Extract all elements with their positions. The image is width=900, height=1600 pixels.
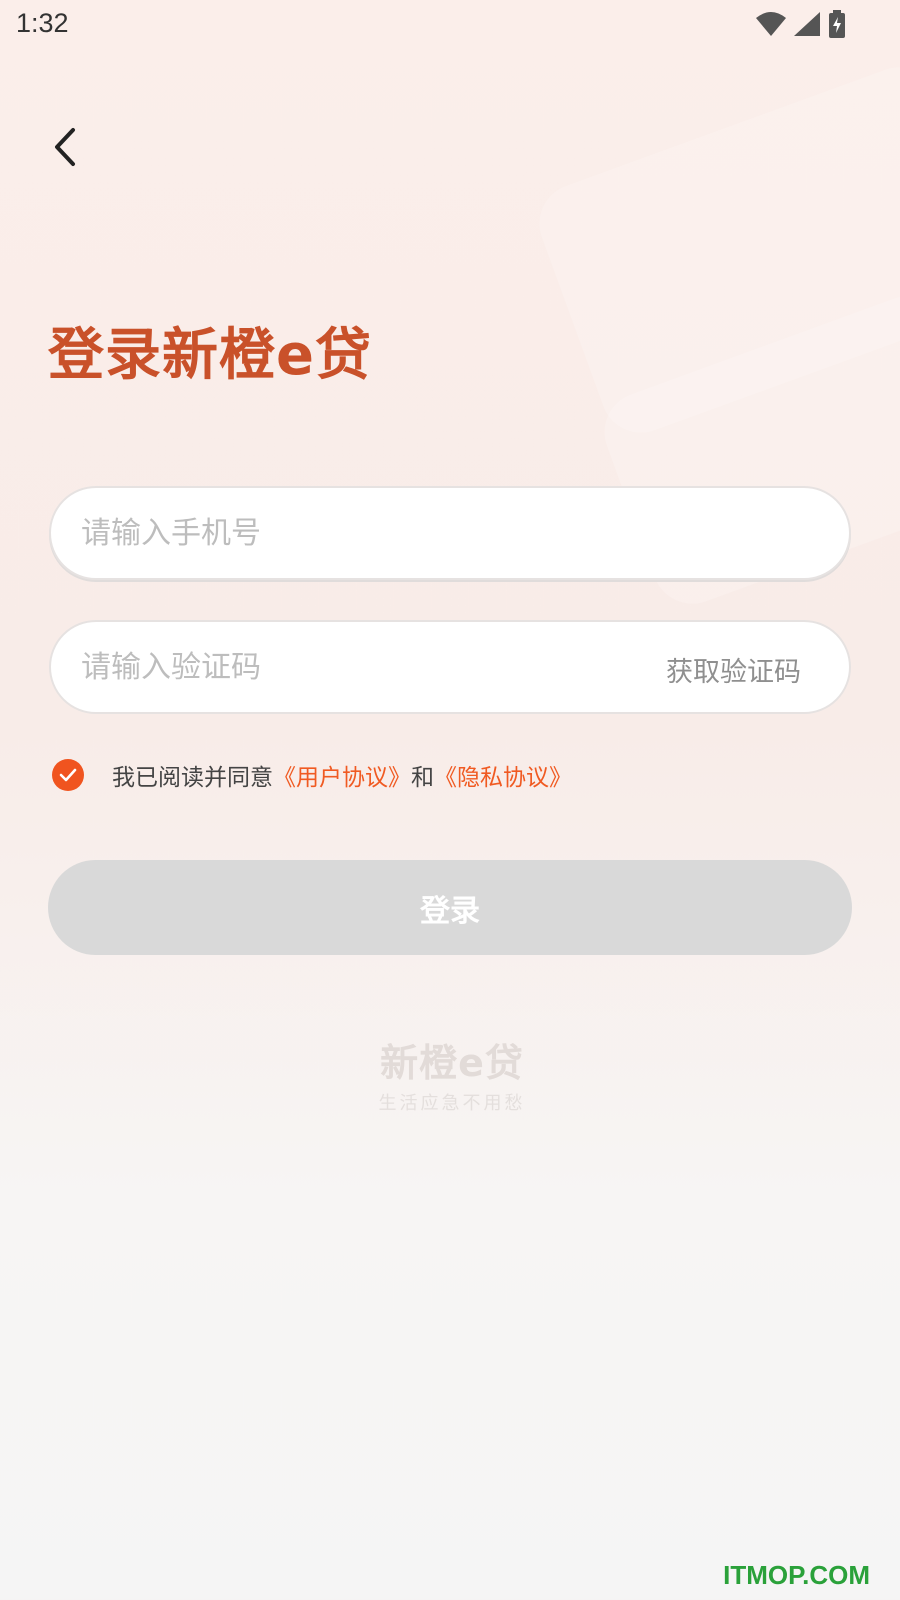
phone-input[interactable] xyxy=(81,488,641,578)
back-button[interactable] xyxy=(48,124,88,170)
agreement-prefix: 我已阅读并同意 xyxy=(112,765,273,791)
login-button[interactable]: 登录 xyxy=(48,860,852,955)
chevron-left-icon xyxy=(55,128,75,166)
status-icons xyxy=(756,10,846,38)
code-field: 获取验证码 xyxy=(49,620,851,714)
site-watermark: ITMOP.COM xyxy=(723,1560,870,1590)
wifi-icon xyxy=(756,12,786,36)
brand-name: 新橙e贷 xyxy=(380,1041,524,1085)
privacy-agreement-link[interactable]: 《隐私协议》 xyxy=(434,758,572,792)
signal-icon xyxy=(794,12,820,36)
verification-code-input[interactable] xyxy=(81,622,641,712)
checkmark-icon xyxy=(59,768,77,782)
get-code-button[interactable]: 获取验证码 xyxy=(666,650,801,689)
status-time: 1:32 xyxy=(16,8,69,38)
brand-logo: 新橙e贷 生活应急不用愁 xyxy=(372,1032,532,1115)
agreement-checkbox[interactable] xyxy=(52,759,84,791)
battery-charging-icon xyxy=(829,10,845,38)
phone-field xyxy=(49,486,851,580)
agreement-row: 我已阅读并同意 《用户协议》 和 《隐私协议》 xyxy=(52,758,572,792)
status-bar: 1:32 xyxy=(0,0,900,50)
brand-slogan: 生活应急不用愁 xyxy=(378,1093,526,1114)
agreement-conjunction: 和 xyxy=(411,765,434,791)
user-agreement-link[interactable]: 《用户协议》 xyxy=(273,758,411,792)
page-title: 登录新橙e贷 xyxy=(48,323,372,388)
